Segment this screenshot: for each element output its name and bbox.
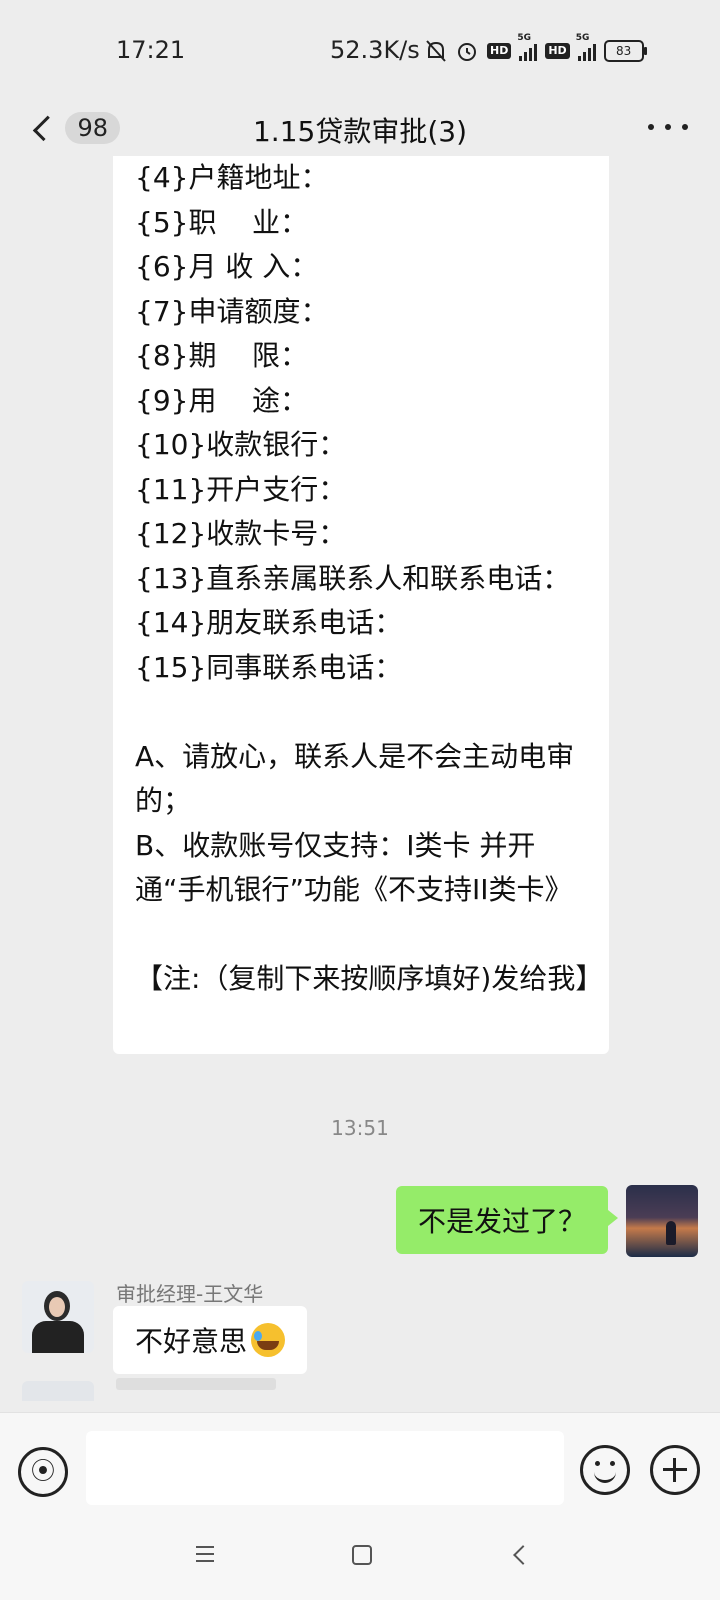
message-input[interactable]: [86, 1431, 564, 1505]
form-line: {12}收款卡号：: [135, 517, 347, 550]
alarm-icon: [458, 43, 476, 61]
voice-button[interactable]: ⦿: [18, 1447, 68, 1497]
note-b: B、收款账号仅支持：I类卡 并开通“手机银行”功能《不支持II类卡》: [135, 828, 573, 907]
form-message-bubble[interactable]: {4}户籍地址： {5}职 业： {6}月 收 入： {7}申请额度： {8}期 限： {…: [113, 156, 609, 1054]
chat-header: 98 1.15贷款审批(3): [0, 100, 720, 156]
form-line: {9}用 途：: [135, 383, 309, 417]
form-line: {7}申请额度：: [135, 294, 329, 328]
hd-icon: HD: [487, 43, 512, 59]
more-dots-icon: [648, 124, 654, 130]
signal-5g-tag: 5G: [517, 33, 531, 43]
sender-avatar[interactable]: [22, 1281, 94, 1353]
note-a: A、请放心，联系人是不会主动电审的；: [135, 739, 575, 818]
reply-text: 不好意思: [135, 1325, 248, 1358]
signal-icon: 5G: [517, 33, 538, 61]
hd-icon: HD: [545, 43, 570, 59]
footer-note: 【注:（复制下来按顺序填好)发给我】: [135, 962, 604, 995]
recent-apps-button[interactable]: [196, 1546, 214, 1562]
form-line: {6}月 收 入：: [135, 250, 319, 283]
emoji-button[interactable]: [580, 1445, 630, 1495]
my-message-text: 不是发过了？: [417, 1205, 586, 1238]
status-bar: 17:21 52.3K/s HD 5G HD 5G 83: [0, 0, 720, 100]
system-back-button[interactable]: [513, 1545, 533, 1565]
signal-icon: 5G: [576, 33, 596, 61]
mute-bell-icon: [426, 40, 446, 62]
next-sender-avatar: [22, 1381, 94, 1401]
reply-message-bubble[interactable]: 不好意思: [113, 1306, 308, 1374]
chat-title: 1.15贷款审批(3): [252, 115, 467, 148]
my-message-bubble[interactable]: 不是发过了？: [395, 1186, 619, 1254]
plus-button[interactable]: [650, 1445, 700, 1495]
time-separator: 13:51: [331, 1116, 389, 1140]
form-line: {14}朋友联系电话：: [135, 606, 403, 639]
form-line: {13}直系亲属联系人和联系电话：: [135, 561, 571, 595]
input-bar: ⦿: [0, 1412, 720, 1513]
my-avatar[interactable]: [626, 1185, 698, 1257]
next-sender-name: [116, 1378, 276, 1390]
form-line: {4}户籍地址：: [135, 161, 329, 194]
status-icons: HD 5G HD 5G 83: [425, 33, 647, 66]
more-button[interactable]: [648, 112, 688, 142]
emoji-icon: [595, 1461, 600, 1466]
form-line: {8}期 限：: [135, 339, 309, 372]
system-nav-bar: [0, 1512, 720, 1600]
network-speed: 52.3K/s: [330, 36, 420, 64]
status-time: 17:21: [116, 36, 186, 64]
message-list[interactable]: {4}户籍地址： {5}职 业： {6}月 收 入： {7}申请额度： {8}期 限： {…: [0, 156, 720, 1412]
form-line: {5}职 业：: [135, 205, 309, 239]
battery-icon: 83: [603, 40, 647, 62]
form-line: {10}收款银行：: [135, 428, 347, 461]
form-line: {11}开户支行：: [135, 472, 347, 506]
form-lines: {4}户籍地址： {5}职 业： {6}月 收 入： {7}申请额度： {8}期 限： {…: [135, 156, 587, 690]
signal-5g-tag: 5G: [575, 33, 590, 43]
sender-name: 审批经理-王文华: [116, 1282, 264, 1306]
form-line: {15}同事联系电话：: [135, 650, 403, 684]
laugh-cry-emoji-icon: [251, 1323, 286, 1357]
home-button[interactable]: [352, 1545, 372, 1565]
voice-icon: ⦿: [31, 1457, 55, 1485]
